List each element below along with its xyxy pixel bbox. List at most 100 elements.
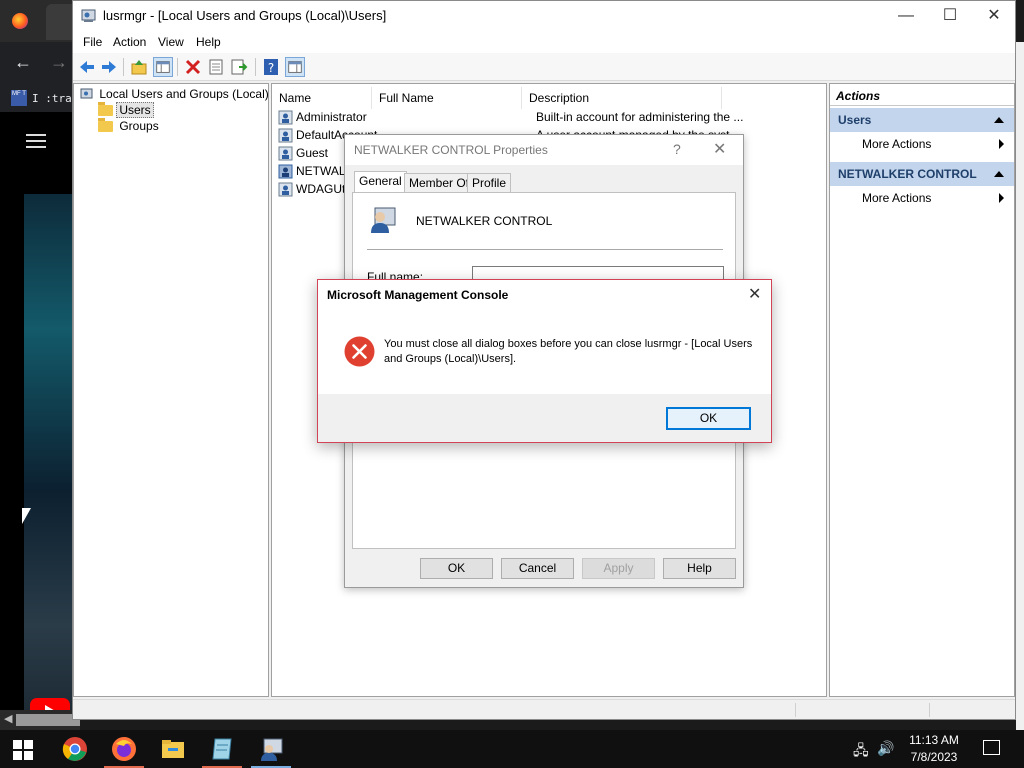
toolbar: ? bbox=[73, 53, 1015, 81]
export-list-icon[interactable] bbox=[229, 57, 249, 77]
minimize-button[interactable]: — bbox=[883, 1, 929, 32]
more-actions-netwalker[interactable]: More Actions bbox=[830, 187, 1014, 209]
actions-section-netwalker-label: NETWALKER CONTROL bbox=[838, 167, 977, 181]
status-bar bbox=[73, 699, 1015, 719]
tree-node-users[interactable]: Users bbox=[98, 102, 154, 118]
file-explorer-icon[interactable] bbox=[160, 736, 186, 762]
folder-icon bbox=[98, 118, 113, 133]
properties-close-button[interactable]: ✕ bbox=[713, 139, 726, 159]
windows-start-icon[interactable] bbox=[13, 740, 33, 760]
properties-icon[interactable] bbox=[206, 57, 226, 77]
actions-section-netwalker[interactable]: NETWALKER CONTROL bbox=[830, 162, 1014, 186]
help-glyph-button[interactable]: ? bbox=[673, 141, 681, 157]
browser-page bbox=[0, 112, 80, 734]
actions-pane: Actions Users More Actions NETWALKER CON… bbox=[829, 83, 1015, 697]
system-clock[interactable]: 11:13 AM 7/8/2023 bbox=[905, 732, 963, 766]
properties-ok-button[interactable]: OK bbox=[420, 558, 493, 579]
menu-bar: File Action View Help bbox=[73, 32, 1015, 53]
properties-help-button[interactable]: Help bbox=[663, 558, 736, 579]
collapse-arrow-icon[interactable] bbox=[994, 171, 1004, 177]
column-header-name[interactable]: Name bbox=[272, 87, 372, 109]
browser-horizontal-scrollbar[interactable]: ◀ bbox=[0, 710, 80, 730]
menu-file[interactable]: File bbox=[83, 35, 102, 49]
error-icon bbox=[344, 336, 375, 367]
actions-section-users-label: Users bbox=[838, 113, 872, 127]
message-text: You must close all dialog boxes before y… bbox=[384, 338, 753, 365]
mouse-cursor-icon bbox=[22, 508, 31, 524]
notification-center-icon[interactable] bbox=[983, 740, 1000, 755]
user-icon bbox=[278, 110, 293, 125]
show-hide-tree-icon[interactable] bbox=[153, 57, 173, 77]
tab-general[interactable]: General bbox=[354, 171, 407, 193]
collapse-arrow-icon[interactable] bbox=[994, 117, 1004, 123]
chrome-icon[interactable] bbox=[62, 736, 88, 762]
svg-text:?: ? bbox=[268, 61, 274, 75]
delete-icon[interactable] bbox=[183, 57, 203, 77]
menu-view[interactable]: View bbox=[158, 35, 184, 49]
browser-nav-bar: ← → bbox=[0, 42, 80, 86]
user-account-icon bbox=[371, 207, 396, 233]
taskbar: 🖧 🔊 11:13 AM 7/8/2023 bbox=[0, 730, 1024, 768]
user-name-cell: Administrator bbox=[296, 110, 367, 124]
maximize-button[interactable]: ☐ bbox=[927, 1, 973, 32]
status-divider bbox=[929, 703, 930, 717]
properties-apply-button[interactable]: Apply bbox=[582, 558, 655, 579]
message-box-footer: OK bbox=[318, 394, 771, 442]
firefox-icon[interactable] bbox=[111, 736, 137, 762]
browser-forward-icon[interactable]: → bbox=[50, 52, 68, 73]
console-tree-pane: Local Users and Groups (Local) Users Gro… bbox=[73, 83, 269, 697]
volume-icon[interactable]: 🔊 bbox=[877, 740, 894, 757]
toolbar-separator bbox=[123, 58, 124, 76]
window-titlebar[interactable]: lusrmgr - [Local Users and Groups (Local… bbox=[73, 1, 1015, 32]
show-hide-action-pane-icon[interactable] bbox=[285, 57, 305, 77]
hamburger-menu-icon[interactable] bbox=[26, 134, 46, 148]
user-icon bbox=[278, 128, 293, 143]
network-icon[interactable]: 🖧 bbox=[853, 740, 869, 764]
computer-management-icon[interactable] bbox=[258, 736, 284, 762]
window-title: lusrmgr - [Local Users and Groups (Local… bbox=[103, 8, 387, 23]
folder-icon bbox=[98, 102, 113, 117]
browser-back-icon[interactable]: ← bbox=[14, 52, 32, 73]
actions-title: Actions bbox=[830, 86, 1014, 106]
table-row[interactable]: Guest bbox=[278, 146, 328, 164]
separator bbox=[367, 249, 723, 250]
back-icon[interactable] bbox=[77, 57, 97, 77]
toolbar-separator bbox=[177, 58, 178, 76]
more-actions-users[interactable]: More Actions bbox=[830, 133, 1014, 155]
menu-help[interactable]: Help bbox=[196, 35, 221, 49]
tab-member-of[interactable]: Member Of bbox=[404, 173, 475, 193]
properties-title: NETWALKER CONTROL Properties bbox=[354, 143, 548, 157]
message-ok-button[interactable]: OK bbox=[666, 407, 751, 430]
clock-time: 11:13 AM bbox=[909, 733, 959, 747]
notepad-icon[interactable] bbox=[209, 736, 235, 762]
message-box-close-button[interactable]: ✕ bbox=[748, 284, 761, 304]
user-icon bbox=[278, 146, 293, 161]
more-actions-label: More Actions bbox=[862, 137, 932, 151]
background-browser-window: ← → MF T I :trans ◀ bbox=[0, 0, 116, 734]
column-header-full-name[interactable]: Full Name bbox=[372, 87, 522, 109]
scroll-thumb[interactable] bbox=[16, 714, 80, 726]
properties-cancel-button[interactable]: Cancel bbox=[501, 558, 574, 579]
scroll-left-icon[interactable]: ◀ bbox=[4, 712, 12, 725]
help-icon[interactable]: ? bbox=[261, 57, 281, 77]
table-row[interactable]: Administrator Built-in account for admin… bbox=[278, 110, 743, 128]
tree-root-node[interactable]: Local Users and Groups (Local) bbox=[80, 87, 269, 102]
menu-action[interactable]: Action bbox=[113, 35, 146, 49]
user-icon bbox=[278, 182, 293, 197]
properties-titlebar[interactable]: NETWALKER CONTROL Properties ? ✕ bbox=[345, 135, 743, 165]
bookmark-badge-icon[interactable]: MF T bbox=[11, 90, 27, 106]
forward-icon[interactable] bbox=[99, 57, 119, 77]
submenu-arrow-icon bbox=[999, 139, 1004, 149]
tab-profile[interactable]: Profile bbox=[467, 173, 512, 193]
column-header-description[interactable]: Description bbox=[522, 87, 722, 109]
close-window-button[interactable]: ✕ bbox=[971, 1, 1017, 32]
firefox-favicon-icon[interactable] bbox=[12, 13, 28, 29]
user-display-name: NETWALKER CONTROL bbox=[416, 214, 553, 228]
tree-node-groups[interactable]: Groups bbox=[98, 118, 159, 133]
up-folder-icon[interactable] bbox=[129, 57, 149, 77]
tree-node-groups-label: Groups bbox=[119, 119, 159, 133]
tree-node-users-label: Users bbox=[116, 102, 154, 118]
message-box-title: Microsoft Management Console bbox=[327, 288, 509, 302]
actions-section-users[interactable]: Users bbox=[830, 108, 1014, 132]
browser-vertical-scrollbar[interactable] bbox=[1016, 42, 1024, 730]
